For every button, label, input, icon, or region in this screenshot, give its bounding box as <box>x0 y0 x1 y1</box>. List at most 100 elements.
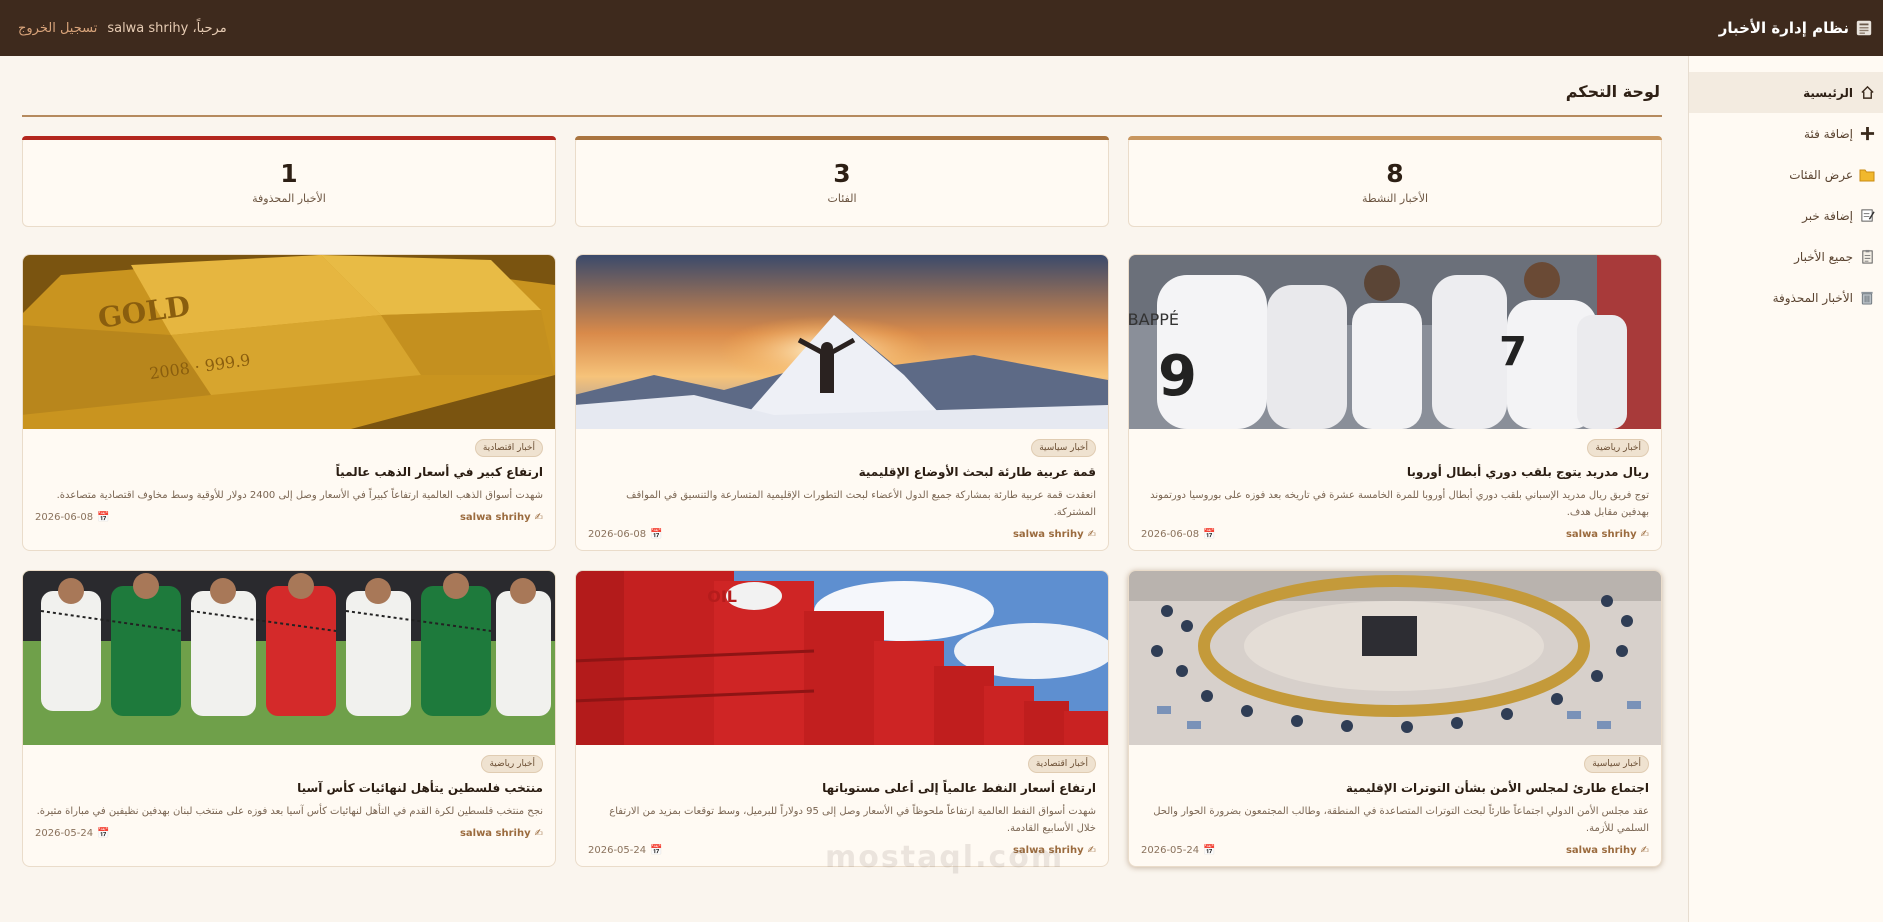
newspaper-icon <box>1856 20 1872 36</box>
news-date: 📅 2026-06-08 <box>588 529 663 540</box>
stat-label: الأخبار النشطة <box>1361 191 1429 205</box>
calendar-icon: 📅 <box>650 845 663 856</box>
news-description: توج فريق ريال مدريد الإسباني بلقب دوري أ… <box>1150 490 1649 518</box>
stat-label: الأخبار المحذوفة <box>252 191 326 205</box>
sidebar-item-deleted-news[interactable]: الأخبار المحذوفة <box>1689 277 1883 318</box>
sidebar-item-all-news[interactable]: جميع الأخبار <box>1689 236 1883 277</box>
news-date: 📅 2026-05-24 <box>588 845 663 856</box>
news-author: ✍ salwa shrihy <box>459 828 543 839</box>
news-grid: MBAPPÉ 9 7 أخبار رياضية ريال مدريد يتوج … <box>22 254 1662 867</box>
category-badge: أخبار سياسية <box>1584 755 1649 773</box>
sidebar: الرئيسية إضافة فئة عرض الفئات إضافة خبر … <box>1688 56 1883 922</box>
note-icon <box>1859 208 1875 224</box>
pencil-icon: ✍ <box>1640 529 1649 540</box>
clipboard-icon <box>1859 249 1875 265</box>
stat-card-categories: 3 الفئات <box>575 136 1109 227</box>
sidebar-item-view-categories[interactable]: عرض الفئات <box>1689 154 1883 195</box>
news-card[interactable]: أخبار سياسية قمة عربية طارئة لبحث الأوضا… <box>575 254 1109 551</box>
plus-icon <box>1859 126 1875 142</box>
sidebar-item-home[interactable]: الرئيسية <box>1689 72 1883 113</box>
news-author: ✍ salwa shrihy <box>1012 529 1096 540</box>
sidebar-item-label: إضافة خبر <box>1802 208 1853 223</box>
category-badge: أخبار اقتصادية <box>474 439 543 457</box>
news-card[interactable]: أخبار سياسية اجتماع طارئ لمجلس الأمن بشأ… <box>1128 570 1662 867</box>
news-description: نجح منتخب فلسطين لكرة القدم في التأهل لن… <box>36 806 543 817</box>
pencil-icon: ✍ <box>1640 845 1649 856</box>
user-area: مرحباً، salwa shrihy تسجيل الخروج <box>10 21 227 36</box>
calendar-icon: 📅 <box>97 512 110 523</box>
news-title[interactable]: منتخب فلسطين يتأهل لنهائيات كأس آسيا <box>35 781 543 795</box>
stat-accent-bar <box>575 136 1109 140</box>
pencil-icon: ✍ <box>534 828 543 839</box>
stat-value: 1 <box>280 158 298 188</box>
calendar-icon: 📅 <box>1203 529 1216 540</box>
news-card[interactable]: أخبار رياضية منتخب فلسطين يتأهل لنهائيات… <box>22 570 556 867</box>
stats-row: 8 الأخبار النشطة 3 الفئات 1 الأخبار المح… <box>22 136 1662 227</box>
category-badge: أخبار اقتصادية <box>1027 755 1096 773</box>
svg-text:OIL: OIL <box>707 587 737 606</box>
news-description: شهدت أسواق النفط العالمية ارتفاعاً ملحوظ… <box>609 806 1096 834</box>
sidebar-item-label: جميع الأخبار <box>1794 249 1853 264</box>
news-image[interactable] <box>23 571 555 745</box>
user-greeting: مرحباً، salwa shrihy <box>107 20 227 36</box>
category-badge: أخبار رياضية <box>481 755 543 773</box>
svg-text:7: 7 <box>1499 329 1527 375</box>
app-title: نظام إدارة الأخبار <box>1718 19 1849 37</box>
stat-value: 3 <box>833 158 851 188</box>
watermark-text: mostaql.com <box>825 840 1065 875</box>
sidebar-item-label: الرئيسية <box>1803 85 1853 100</box>
news-date: 📅 2026-06-08 <box>1141 529 1216 540</box>
news-date: 📅 2026-05-24 <box>35 828 110 839</box>
top-navbar: نظام إدارة الأخبار مرحباً، salwa shrihy … <box>0 0 1883 56</box>
news-image[interactable]: MBAPPÉ 9 7 <box>1129 255 1661 429</box>
page-title: لوحة التحكم <box>1565 82 1660 101</box>
stat-card-deleted-news: 1 الأخبار المحذوفة <box>22 136 556 227</box>
news-card[interactable]: GOLD 999.9 · 2008 أخبار اقتصادية ارتفاع … <box>22 254 556 551</box>
news-description: عقد مجلس الأمن الدولي اجتماعاً طارئاً لب… <box>1153 806 1649 834</box>
news-description: انعقدت قمة عربية طارئة بمشاركة جميع الدو… <box>626 490 1096 518</box>
sidebar-item-label: إضافة فئة <box>1804 126 1853 141</box>
news-author: ✍ salwa shrihy <box>1565 529 1649 540</box>
category-badge: أخبار رياضية <box>1587 439 1649 457</box>
stat-value: 8 <box>1386 158 1404 188</box>
news-card[interactable]: OIL أخبار اقتصادية ارتفاع أسعار النفط عا… <box>575 570 1109 867</box>
sidebar-item-add-category[interactable]: إضافة فئة <box>1689 113 1883 154</box>
sidebar-item-add-news[interactable]: إضافة خبر <box>1689 195 1883 236</box>
home-icon <box>1859 85 1875 101</box>
pencil-icon: ✍ <box>1087 529 1096 540</box>
news-title[interactable]: ريال مدريد يتوج بلقب دوري أبطال أوروبا <box>1141 465 1649 479</box>
pencil-icon: ✍ <box>1087 845 1096 856</box>
news-title[interactable]: ارتفاع كبير في أسعار الذهب عالمياً <box>35 465 543 479</box>
trash-icon <box>1859 290 1875 306</box>
folder-icon <box>1859 167 1875 183</box>
news-title[interactable]: ارتفاع أسعار النفط عالمياً إلى أعلى مستو… <box>588 781 1096 795</box>
app-brand[interactable]: نظام إدارة الأخبار <box>1719 19 1873 37</box>
stat-card-active-news: 8 الأخبار النشطة <box>1128 136 1662 227</box>
svg-text:9: 9 <box>1158 344 1197 409</box>
news-title[interactable]: اجتماع طارئ لمجلس الأمن بشأن التوترات ال… <box>1141 781 1649 795</box>
news-author: ✍ salwa shrihy <box>459 512 543 523</box>
news-image[interactable]: GOLD 999.9 · 2008 <box>23 255 555 429</box>
news-card[interactable]: MBAPPÉ 9 7 أخبار رياضية ريال مدريد يتوج … <box>1128 254 1662 551</box>
svg-text:MBAPPÉ: MBAPPÉ <box>1129 310 1179 329</box>
news-image[interactable] <box>576 255 1108 429</box>
news-title[interactable]: قمة عربية طارئة لبحث الأوضاع الإقليمية <box>588 465 1096 479</box>
news-date: 📅 2026-05-24 <box>1141 845 1216 856</box>
stat-accent-bar <box>1128 136 1662 140</box>
news-description: شهدت أسواق الذهب العالمية ارتفاعاً كبيرا… <box>56 490 543 501</box>
news-image[interactable]: OIL <box>576 571 1108 745</box>
news-date: 📅 2026-06-08 <box>35 512 110 523</box>
stat-label: الفئات <box>827 191 857 205</box>
news-author: ✍ salwa shrihy <box>1565 845 1649 856</box>
calendar-icon: 📅 <box>97 828 110 839</box>
title-divider <box>22 115 1662 117</box>
calendar-icon: 📅 <box>1203 845 1216 856</box>
calendar-icon: 📅 <box>650 529 663 540</box>
pencil-icon: ✍ <box>534 512 543 523</box>
news-image[interactable] <box>1129 571 1661 745</box>
sidebar-item-label: الأخبار المحذوفة <box>1772 290 1853 305</box>
sidebar-item-label: عرض الفئات <box>1789 167 1853 182</box>
logout-link[interactable]: تسجيل الخروج <box>18 21 97 36</box>
stat-accent-bar <box>22 136 556 140</box>
category-badge: أخبار سياسية <box>1031 439 1096 457</box>
